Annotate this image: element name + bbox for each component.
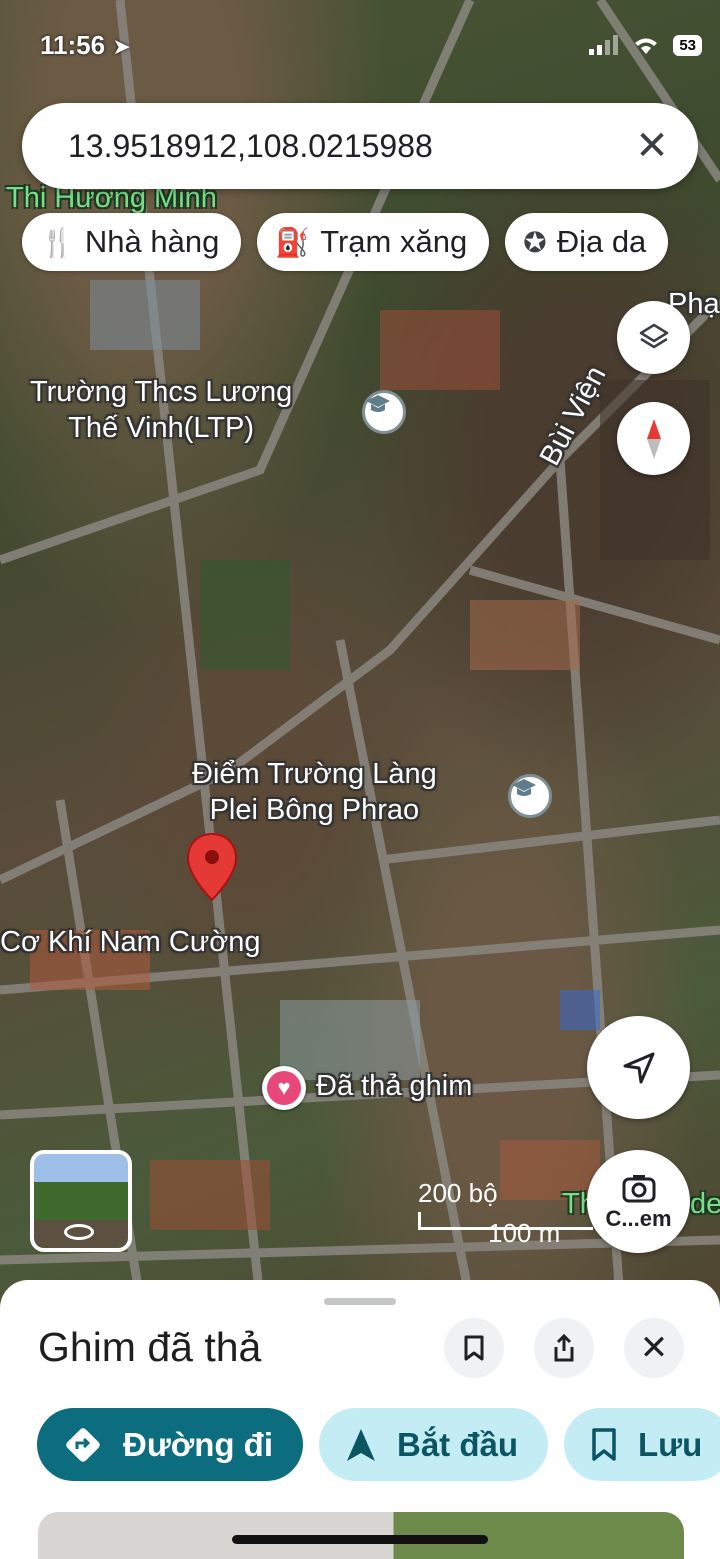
map-label-school-2[interactable]: Điểm Trường Làng Plei Bông Phrao [192,756,437,828]
navigation-arrow-icon [347,1428,375,1461]
chip-attractions[interactable]: ✪ Địa da [505,213,669,271]
map-label-bottom-2: de [690,1188,720,1220]
battery-indicator: 53 [673,34,702,56]
attraction-icon: ✪ [523,226,547,258]
restaurant-icon: 🍴 [40,226,75,258]
close-icon: ✕ [639,1329,669,1367]
chip-label: Trạm xăng [320,224,468,259]
scale-imperial: 200 bộ [418,1178,498,1208]
save-label: Lưu [638,1425,703,1463]
chip-gas-station[interactable]: ⛽ Trạm xăng [257,213,490,271]
camera-label: C...em [605,1205,672,1231]
map-label-school-1[interactable]: Trường Thcs Lương Thế Vinh(LTP) [30,374,292,446]
save-button[interactable] [444,1318,504,1378]
bookmark-icon [464,1335,484,1361]
home-indicator[interactable] [232,1535,488,1544]
start-button[interactable]: Bắt đầu [319,1408,549,1481]
school-icon[interactable] [362,390,406,434]
close-sheet-button[interactable]: ✕ [624,1318,684,1378]
bookmark-icon [592,1427,616,1461]
category-chips: 🍴 Nhà hàng ⛽ Trạm xăng ✪ Địa da [22,213,669,271]
chip-label: Nhà hàng [84,224,220,259]
compass-icon [646,418,661,459]
school-icon[interactable] [508,774,552,818]
street-view-360-icon [64,1224,94,1240]
my-location-button[interactable] [587,1016,690,1119]
chip-label: Địa da [556,224,647,259]
directions-button[interactable]: Đường đi [37,1408,303,1481]
time-text: 11:56 [40,30,106,60]
status-bar: 11:56 ➤ 53 [0,26,720,66]
share-button[interactable] [534,1318,594,1378]
compass-button[interactable] [617,402,690,475]
camera-search-button[interactable]: C...em [587,1150,690,1253]
signal-icon [589,35,619,55]
gas-station-icon: ⛽ [275,226,311,258]
clock: 11:56 ➤ [40,30,131,61]
drag-handle[interactable] [324,1298,396,1305]
directions-label: Đường đi [123,1425,273,1463]
search-bar[interactable]: 13.9518912,108.0215988 ✕ [22,103,698,189]
start-label: Bắt đầu [397,1425,519,1463]
layers-button[interactable] [617,301,690,374]
map-label-workshop[interactable]: Cơ Khí Nam Cường [0,924,261,960]
chip-restaurant[interactable]: 🍴 Nhà hàng [22,213,242,271]
wifi-icon [635,38,658,54]
street-view-thumbnail[interactable] [30,1150,132,1252]
layers-icon [639,323,668,348]
saved-pin-heart-icon[interactable]: ♥ [262,1066,306,1110]
search-input[interactable]: 13.9518912,108.0215988 [68,128,632,165]
sheet-title: Ghim đã thả [38,1324,262,1370]
map-label-dropped[interactable]: Đã thả ghim [316,1068,472,1104]
status-icons: 53 [589,34,702,56]
camera-icon [622,1174,655,1202]
action-buttons: Đường đi Bắt đầu Lưu [37,1408,720,1481]
share-icon [554,1333,574,1362]
scale-bar [418,1212,593,1230]
location-arrow-icon: ➤ [112,34,131,59]
bottom-sheet[interactable]: Ghim đã thả ✕ Đường đi Bắt đầu Lưu [0,1280,720,1559]
directions-icon [66,1427,100,1462]
save-action-button[interactable]: Lưu [564,1408,720,1481]
navigation-arrow-icon [623,1052,654,1083]
clear-search-close-icon[interactable]: ✕ [632,123,672,169]
